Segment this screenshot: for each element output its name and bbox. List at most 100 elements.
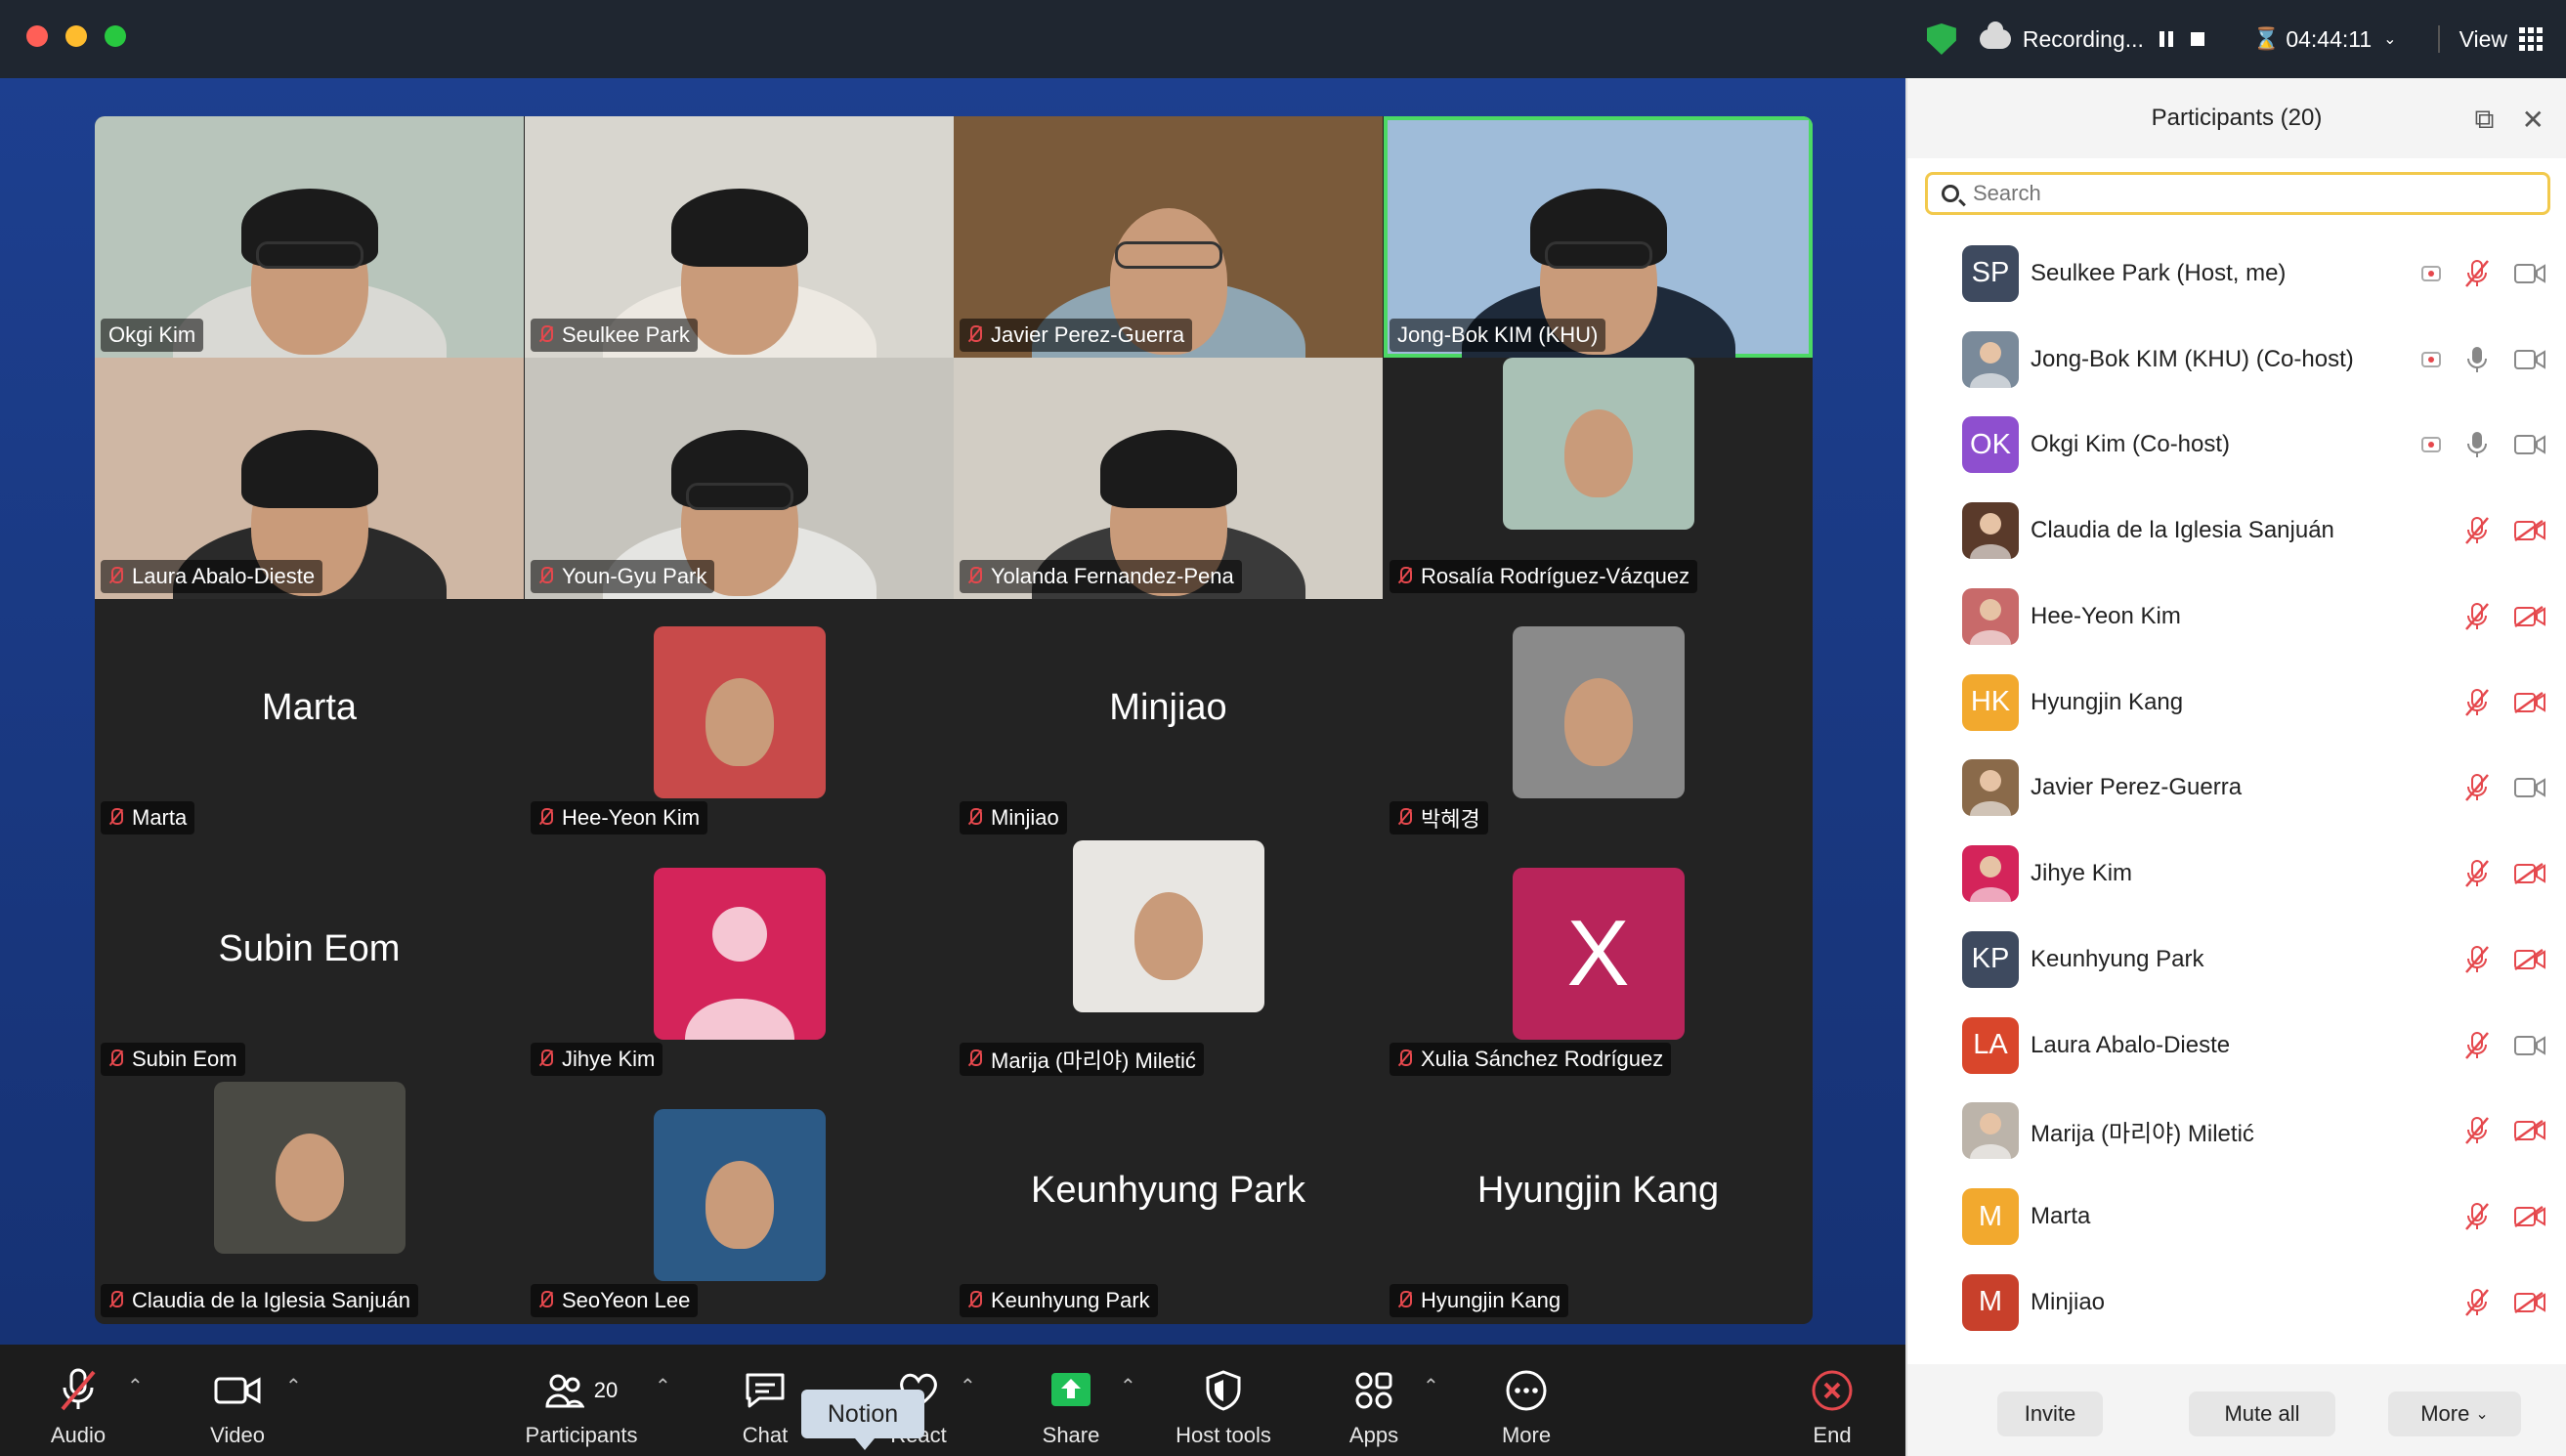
- microphone-muted-icon[interactable]: [2462, 259, 2492, 288]
- video-camera-icon[interactable]: [2513, 1034, 2546, 1057]
- participant-row[interactable]: Hee-Yeon Kim: [1907, 574, 2566, 660]
- video-tile[interactable]: Javier Perez-Guerra: [954, 116, 1383, 358]
- chevron-down-icon: ⌄: [2383, 31, 2397, 48]
- video-tile[interactable]: Laura Abalo-Dieste: [95, 358, 524, 599]
- video-tile[interactable]: 박혜경: [1384, 599, 1813, 840]
- close-panel-icon[interactable]: ✕: [2522, 104, 2545, 136]
- more-button[interactable]: More: [1448, 1366, 1604, 1448]
- video-tile[interactable]: Claudia de la Iglesia Sanjuán: [95, 1082, 524, 1323]
- video-tile[interactable]: Hyungjin Kang Hyungjin Kang: [1384, 1082, 1813, 1323]
- microphone-icon[interactable]: [2462, 430, 2492, 459]
- meeting-timer[interactable]: ⌛ 04:44:11 ⌄: [2253, 26, 2397, 53]
- view-button[interactable]: View: [2459, 26, 2543, 53]
- share-options-caret[interactable]: ⌃: [1120, 1374, 1136, 1398]
- participant-name: Seulkee Park: [562, 322, 690, 347]
- mute-all-button[interactable]: Mute all: [2189, 1392, 2335, 1436]
- video-tile[interactable]: Subin Eom Subin Eom: [95, 840, 524, 1082]
- microphone-muted-icon[interactable]: [2462, 945, 2492, 974]
- participant-row[interactable]: SP Seulkee Park (Host, me): [1907, 231, 2566, 317]
- video-tile[interactable]: Rosalía Rodríguez-Vázquez: [1384, 358, 1813, 599]
- apps-options-caret[interactable]: ⌃: [1423, 1374, 1439, 1398]
- microphone-icon[interactable]: [2462, 345, 2492, 374]
- microphone-muted-icon[interactable]: [2462, 688, 2492, 717]
- microphone-muted-icon[interactable]: [2462, 859, 2492, 888]
- profile-photo-icon: [1970, 341, 2011, 388]
- react-options-caret[interactable]: ⌃: [960, 1374, 976, 1398]
- video-camera-icon[interactable]: [2513, 776, 2546, 799]
- video-tile[interactable]: Keunhyung Park Keunhyung Park: [954, 1082, 1383, 1323]
- video-off-icon[interactable]: [2513, 691, 2546, 714]
- video-tile[interactable]: SeoYeon Lee: [525, 1082, 954, 1323]
- end-meeting-button[interactable]: End: [1754, 1366, 1910, 1448]
- video-off-icon[interactable]: [2513, 948, 2546, 971]
- participant-row[interactable]: OK Okgi Kim (Co-host): [1907, 403, 2566, 489]
- participant-row[interactable]: M Marta: [1907, 1174, 2566, 1260]
- end-meeting-icon: [1812, 1370, 1853, 1411]
- zoom-window-button[interactable]: [105, 25, 126, 47]
- participant-hair: [240, 430, 378, 509]
- participant-avatar: [1962, 845, 2019, 903]
- video-tile[interactable]: Marta Marta: [95, 599, 524, 840]
- stop-recording-icon[interactable]: [2190, 32, 2204, 46]
- muted-microphone-icon: [1397, 808, 1412, 828]
- video-off-icon[interactable]: [2513, 1119, 2546, 1142]
- video-camera-icon[interactable]: [2513, 262, 2546, 285]
- microphone-muted-icon[interactable]: [2462, 1031, 2492, 1060]
- participant-profile-picture: [1072, 840, 1264, 1012]
- participant-search[interactable]: [1925, 172, 2550, 215]
- microphone-muted-icon[interactable]: [2462, 602, 2492, 631]
- search-input[interactable]: [1973, 181, 2520, 206]
- invite-button[interactable]: Invite: [1997, 1392, 2103, 1436]
- pop-out-icon[interactable]: ⧉: [2475, 104, 2495, 136]
- microphone-muted-icon[interactable]: [2462, 1202, 2492, 1231]
- participant-row[interactable]: Marija (마리야) Miletić: [1907, 1089, 2566, 1175]
- video-tile[interactable]: Jihye Kim: [525, 840, 954, 1082]
- video-off-icon[interactable]: [2513, 1205, 2546, 1228]
- muted-microphone-icon: [967, 567, 982, 586]
- video-tile[interactable]: Seulkee Park: [525, 116, 954, 358]
- profile-photo-icon: [1970, 513, 2011, 560]
- video-tile[interactable]: Okgi Kim: [95, 116, 524, 358]
- more-dots-icon: [1506, 1370, 1547, 1411]
- participant-row[interactable]: KP Keunhyung Park: [1907, 917, 2566, 1003]
- participants-options-caret[interactable]: ⌃: [655, 1374, 671, 1398]
- video-label: Video: [210, 1423, 265, 1447]
- participant-row[interactable]: Claudia de la Iglesia Sanjuán: [1907, 488, 2566, 574]
- minimize-window-button[interactable]: [65, 25, 87, 47]
- participant-row[interactable]: Jong-Bok KIM (KHU) (Co-host): [1907, 317, 2566, 403]
- meeting-stage: Okgi Kim Seulkee Park Javier Perez-Guerra J…: [0, 78, 1905, 1345]
- participant-row[interactable]: Javier Perez-Guerra: [1907, 746, 2566, 832]
- video-off-icon[interactable]: [2513, 605, 2546, 628]
- video-camera-icon[interactable]: [2513, 433, 2546, 456]
- encryption-shield-icon[interactable]: [1926, 23, 1956, 55]
- participant-row[interactable]: HK Hyungjin Kang: [1907, 660, 2566, 746]
- video-off-icon[interactable]: [2513, 519, 2546, 542]
- participant-row[interactable]: LA Laura Abalo-Dieste: [1907, 1003, 2566, 1089]
- profile-photo-face: [705, 1160, 774, 1249]
- microphone-muted-icon[interactable]: [2462, 773, 2492, 802]
- video-tile[interactable]: Marija (마리야) Miletić: [954, 840, 1383, 1082]
- participants-button[interactable]: 20 Participants: [503, 1366, 660, 1448]
- close-window-button[interactable]: [26, 25, 48, 47]
- microphone-muted-icon[interactable]: [2462, 1288, 2492, 1317]
- video-tile[interactable]: Youn-Gyu Park: [525, 358, 954, 599]
- recording-indicator[interactable]: Recording...: [1979, 21, 2232, 53]
- participant-name: Minjiao: [2031, 1288, 2106, 1315]
- video-off-icon[interactable]: [2513, 862, 2546, 885]
- pause-recording-icon[interactable]: [2159, 31, 2173, 47]
- video-options-caret[interactable]: ⌃: [285, 1374, 302, 1398]
- more-options-button[interactable]: More ⌄: [2388, 1392, 2521, 1436]
- host-tools-button[interactable]: Host tools: [1145, 1366, 1302, 1448]
- video-tile[interactable]: Jong-Bok KIM (KHU): [1384, 116, 1813, 358]
- participant-row[interactable]: Jihye Kim: [1907, 831, 2566, 917]
- microphone-muted-icon[interactable]: [2462, 516, 2492, 545]
- video-tile[interactable]: X Xulia Sánchez Rodríguez: [1384, 840, 1813, 1082]
- video-off-icon[interactable]: [2513, 1291, 2546, 1314]
- video-tile[interactable]: Yolanda Fernandez-Pena: [954, 358, 1383, 599]
- microphone-muted-icon[interactable]: [2462, 1116, 2492, 1145]
- video-tile[interactable]: Hee-Yeon Kim: [525, 599, 954, 840]
- video-tile[interactable]: Minjiao Minjiao: [954, 599, 1383, 840]
- audio-options-caret[interactable]: ⌃: [127, 1374, 144, 1398]
- participant-row[interactable]: M Minjiao: [1907, 1260, 2566, 1346]
- video-camera-icon[interactable]: [2513, 348, 2546, 371]
